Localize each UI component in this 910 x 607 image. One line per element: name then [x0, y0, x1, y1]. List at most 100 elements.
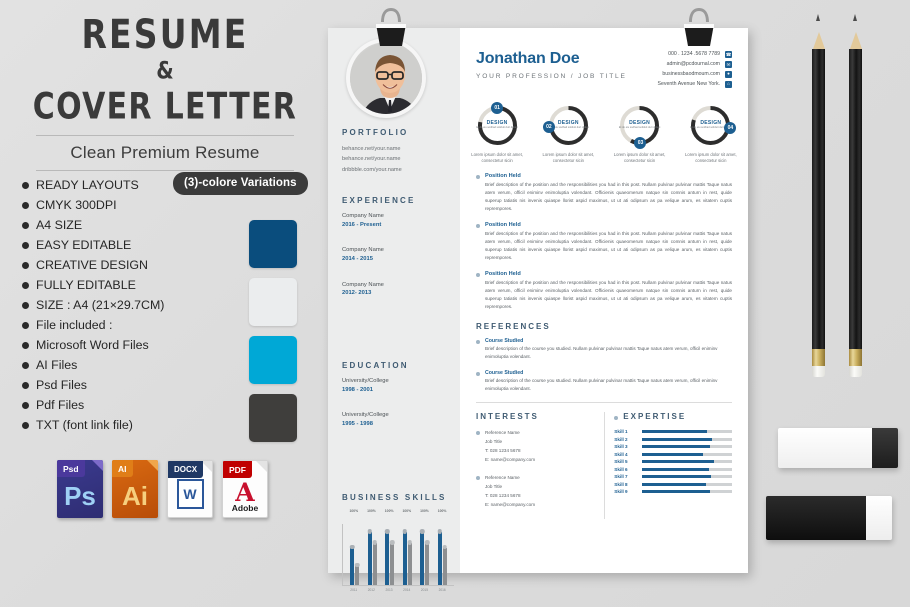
- skill-row: Skill 3: [614, 444, 732, 449]
- skill-row: Skill 8: [614, 482, 732, 487]
- contact-line[interactable]: 000 . 1234 .5678 7789 ☎: [658, 50, 732, 60]
- feature-list-item: AI Files: [22, 355, 237, 375]
- skill-bar-list: Skill 1 Skill 2 Skill 3 Skill 4 Skill 5 Skill…: [614, 429, 732, 494]
- globe-icon: ●: [725, 71, 732, 79]
- avatar: [346, 38, 426, 118]
- chart-bar: [420, 529, 425, 585]
- donut-caption: Lorem ipsum dolor sit amet, consectetur …: [613, 151, 666, 164]
- bullet-icon: [22, 421, 29, 429]
- skill-label: Skill 9: [614, 489, 628, 495]
- donut-chart: DESIGN Et do eiu sodhad solidutt durt did…: [542, 104, 590, 147]
- position-content: Position Held Brief description of the po…: [485, 173, 732, 213]
- resume-sidebar: PORTFOLIO behance.net/your.name behance.n…: [328, 28, 460, 592]
- chart-bar: [350, 544, 355, 585]
- pencil-eraser: [812, 366, 825, 377]
- business-skills-chart: BUSINESS SKILLS 100% 100% 100% 100% 100% 100%…: [342, 493, 454, 592]
- bar-cap-dot: [442, 544, 447, 550]
- infographic-donut: DESIGN Et do eiu sodhad solidutt durt did…: [464, 101, 530, 165]
- position-item: Position Held Brief description of the po…: [476, 222, 732, 262]
- binder-clip-icon: [684, 8, 714, 46]
- contact-text: businessbaodmoum.com: [662, 70, 720, 77]
- eraser-sleeve: [872, 428, 898, 468]
- color-swatch-off-white[interactable]: [249, 278, 297, 326]
- color-swatch-dark-blue[interactable]: [249, 220, 297, 268]
- color-swatch-charcoal[interactable]: [249, 394, 297, 442]
- expertise-heading-row: EXPERTISE: [614, 412, 732, 421]
- position-list: Position Held Brief description of the po…: [476, 173, 732, 311]
- donut-chart: DESIGN Et do eiu sodhad solidutt durt did…: [618, 104, 661, 149]
- education-item: University/College 1998 - 2001: [342, 377, 454, 394]
- feature-label: TXT (font link file): [36, 417, 133, 432]
- word-document-icon: W: [176, 479, 204, 509]
- portfolio-link[interactable]: dribbble.com/your.name: [342, 165, 454, 175]
- chart-data-labels: 100% 100% 100% 100% 100% 100%: [342, 509, 454, 513]
- portrait-illustration: [350, 42, 422, 114]
- skill-row: Skill 9: [614, 489, 732, 494]
- reference-item: Course Studied Brief description of the c…: [476, 370, 732, 393]
- contact-line[interactable]: Seventh Avenue New York. ⌂: [658, 80, 732, 90]
- portfolio-link[interactable]: behance.net/your.name: [342, 144, 454, 154]
- chart-x-tick: 2015: [420, 588, 428, 592]
- pencil-eraser: [849, 366, 862, 377]
- education-heading: EDUCATION: [342, 361, 409, 370]
- bullet-icon: [22, 361, 29, 369]
- position-item: Position Held Brief description of the po…: [476, 271, 732, 311]
- portfolio-link[interactable]: behance.net/your.name: [342, 154, 454, 164]
- skill-progress-fill: [642, 445, 710, 449]
- bullet-icon: [22, 301, 29, 309]
- chart-bar: [425, 540, 430, 585]
- eraser-sleeve: [866, 496, 892, 540]
- chart-x-tick: 2013: [385, 588, 393, 592]
- promo-panel: RESUME & COVER LETTER Clean Premium Resu…: [0, 0, 330, 607]
- experience-section: EXPERIENCE Company Name 2016 - Present Com…: [342, 196, 454, 315]
- bar-cap-dot: [350, 544, 355, 550]
- donut-chart: DESIGN Et do eiu sodhad solidutt durt did…: [476, 101, 519, 147]
- contact-line[interactable]: businessbaodmoum.com ●: [658, 70, 732, 80]
- references-heading: REFERENCES: [476, 322, 551, 332]
- psd-file-icon: Psd Ps: [57, 460, 103, 518]
- pencil-tip: [812, 14, 825, 49]
- docx-file-icon: DOCX W: [167, 460, 213, 518]
- chart-bar-group: [367, 529, 377, 585]
- chart-data-label: 100%: [420, 509, 429, 513]
- feature-label: CMYK 300DPI: [36, 197, 117, 212]
- skill-progress-track: [642, 490, 732, 494]
- chart-x-tick: 2011: [350, 588, 358, 592]
- chart-bar: [407, 540, 412, 585]
- color-swatch-cyan[interactable]: [249, 336, 297, 384]
- bar-cap-dot: [367, 529, 372, 534]
- feature-list: READY LAYOUTS CMYK 300DPI A4 SIZE EASY EDIT…: [22, 175, 237, 435]
- feature-label: A4 SIZE: [36, 217, 83, 232]
- pencil-ferrule: [849, 349, 862, 366]
- page-fold-corner: [256, 461, 267, 472]
- bullet-icon: [22, 281, 29, 289]
- position-body: Brief description of the position and th…: [485, 231, 732, 261]
- donut-step-number: 04: [724, 121, 737, 134]
- promo-title-line2: COVER LETTER: [32, 85, 298, 128]
- chart-plot-area: [342, 524, 454, 586]
- donut-subtitle: Et do eiu sodhad solidutt durt didunt: [476, 126, 518, 130]
- contact-line[interactable]: admin@pcdournal.com ✉: [658, 60, 732, 70]
- interests-expertise-row: INTERESTS Reference Name Job Title T: 028 …: [476, 412, 732, 519]
- experience-item: Company Name 2012- 2013: [342, 281, 454, 298]
- pdf-file-label: PDF: [223, 461, 252, 478]
- pencil-object: [849, 14, 862, 377]
- education-item: University/College 1995 - 1998: [342, 411, 454, 428]
- skill-progress-fill: [642, 490, 711, 494]
- infographic-donut: DESIGN Et do eiu sodhad solidutt durt did…: [607, 104, 673, 165]
- pencil-lead: [852, 14, 857, 21]
- bullet-icon: [476, 273, 480, 278]
- skill-label: Skill 6: [614, 466, 628, 472]
- donut-subtitle: Et do eiu sodhad solidutt durt didunt: [618, 126, 661, 130]
- pencil-tip: [849, 14, 862, 49]
- skill-progress-track: [642, 460, 732, 464]
- skill-row: Skill 5: [614, 459, 732, 464]
- pencil-ferrule: [812, 349, 825, 366]
- skill-label: Skill 3: [614, 444, 628, 450]
- skill-progress-fill: [642, 452, 704, 456]
- binder-clip-icon: [376, 8, 406, 46]
- bullet-icon: [476, 431, 480, 436]
- skill-progress-fill: [642, 482, 706, 486]
- skill-progress-track: [642, 430, 732, 434]
- portfolio-heading: PORTFOLIO: [342, 128, 409, 137]
